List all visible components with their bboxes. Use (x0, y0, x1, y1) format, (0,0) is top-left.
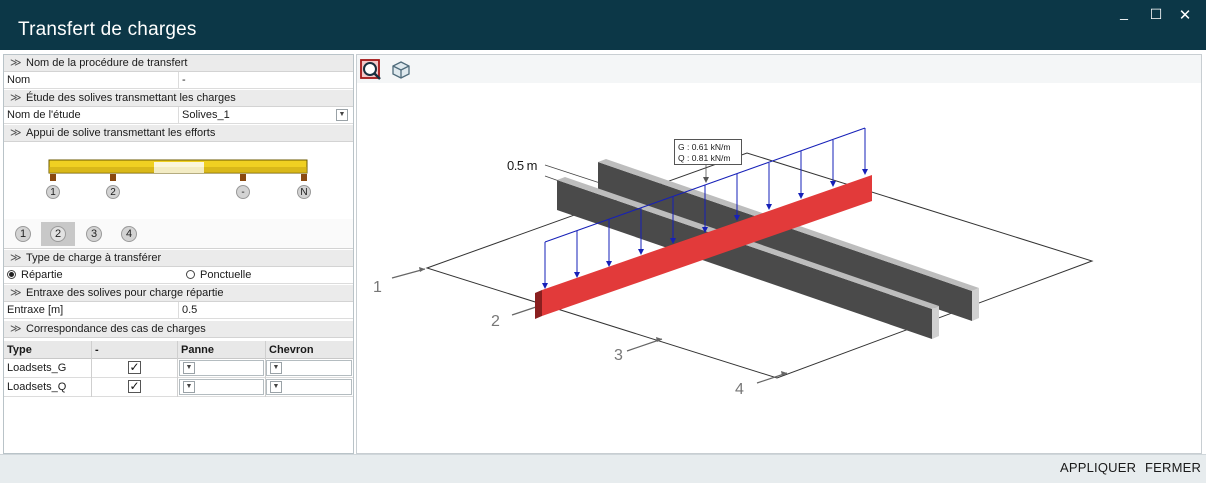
section-label: Étude des solives transmettant les charg… (26, 92, 236, 104)
section-joist-study[interactable]: ≫ Étude des solives transmettant les cha… (4, 90, 353, 107)
dropdown-arrow-icon[interactable]: ▼ (270, 362, 282, 374)
joist-beam-diagram: 1 2 - N (4, 144, 353, 218)
support-marker-n[interactable]: N (297, 185, 311, 199)
title-bar: Transfert de charges _ ☐ ✕ (0, 0, 1206, 50)
dropdown-arrow-icon[interactable]: ▼ (183, 381, 195, 393)
radio-repartie-label: Répartie (21, 269, 63, 281)
chevron-collapse-icon: ≫ (10, 92, 22, 104)
section-label: Type de charge à transférer (26, 252, 162, 264)
entraxe-label: Entraxe [m] (7, 304, 64, 316)
prop-row-etude: Nom de l'étude Solives_1 ▼ (4, 107, 353, 124)
prop-row-nom: Nom - (4, 72, 353, 89)
bottom-action-bar: APPLIQUER FERMER (0, 454, 1206, 483)
support-marker-2[interactable]: 2 (106, 185, 120, 199)
support-tab-4[interactable]: 4 (112, 222, 146, 246)
properties-panel: ≫ Nom de la procédure de transfert Nom -… (3, 54, 354, 454)
support-tabs: 1 2 3 4 (4, 219, 353, 249)
chevron-collapse-icon: ≫ (10, 287, 22, 299)
zoom-fit-icon[interactable] (360, 59, 382, 81)
header-dash: - (95, 344, 99, 356)
radio-ponctuelle-label: Ponctuelle (200, 269, 252, 281)
chevron-dropdown[interactable]: G▼ (266, 360, 352, 376)
panne-dropdown[interactable]: Q▼ (179, 379, 264, 395)
etude-dropdown[interactable]: Solives_1 (182, 109, 230, 121)
prop-row-entraxe: Entraxe [m] 0.5 (4, 302, 353, 319)
minimize-button[interactable]: _ (1114, 4, 1134, 20)
close-dialog-button[interactable]: FERMER (1145, 460, 1201, 475)
section-label: Appui de solive transmettant les efforts (26, 127, 216, 139)
table-row: Loadsets_Q ✓ Q▼ Q▼ (4, 378, 353, 397)
viewport-support-label-4: 4 (735, 381, 744, 398)
support-tab-2[interactable]: 2 (41, 222, 75, 246)
chevron-collapse-icon: ≫ (10, 323, 22, 335)
header-panne: Panne (181, 344, 215, 356)
radio-ponctuelle[interactable] (186, 270, 195, 279)
etude-label: Nom de l'étude (7, 109, 81, 121)
panne-dropdown[interactable]: G▼ (179, 360, 264, 376)
support-marker-dash[interactable]: - (236, 185, 250, 199)
row-type: Loadsets_Q (7, 381, 67, 393)
viewport-support-label-1: 1 (373, 279, 382, 296)
section-joist-support[interactable]: ≫ Appui de solive transmettant les effor… (4, 125, 353, 142)
header-chevron: Chevron (269, 344, 314, 356)
row-type: Loadsets_G (7, 362, 67, 374)
chevron-dropdown[interactable]: Q▼ (266, 379, 352, 395)
section-transfer-name[interactable]: ≫ Nom de la procédure de transfert (4, 55, 353, 72)
viewport-support-label-3: 3 (614, 347, 623, 364)
section-joist-spacing[interactable]: ≫ Entraxe des solives pour charge répart… (4, 285, 353, 302)
section-label: Entraxe des solives pour charge répartie (26, 287, 224, 299)
chevron-collapse-icon: ≫ (10, 57, 22, 69)
3d-view-cube-icon[interactable] (390, 59, 412, 81)
header-type: Type (7, 344, 32, 356)
row-checkbox[interactable]: ✓ (128, 361, 141, 374)
apply-button[interactable]: APPLIQUER (1060, 460, 1136, 475)
window-title: Transfert de charges (18, 19, 197, 40)
chevron-collapse-icon: ≫ (10, 127, 22, 139)
load-type-row: Répartie Ponctuelle (4, 267, 353, 284)
close-button[interactable]: ✕ (1175, 6, 1195, 24)
support-marker-1[interactable]: 1 (46, 185, 60, 199)
radio-repartie[interactable] (7, 270, 16, 279)
viewport-toolbar (357, 55, 1201, 83)
section-load-type[interactable]: ≫ Type de charge à transférer (4, 250, 353, 267)
dimension-label: 0.5 m (507, 158, 538, 173)
3d-viewport-panel: 0.5 m G : 0.61 kN/m Q : 0.81 kN/m 1 2 3 … (356, 54, 1202, 454)
section-label: Nom de la procédure de transfert (26, 57, 188, 69)
load-tooltip: G : 0.61 kN/m Q : 0.81 kN/m (674, 139, 742, 165)
viewport-support-label-2: 2 (491, 313, 500, 330)
section-label: Correspondance des cas de charges (26, 323, 206, 335)
dropdown-arrow-icon[interactable]: ▼ (270, 381, 282, 393)
dropdown-arrow-icon[interactable]: ▼ (336, 109, 348, 121)
tooltip-q-value: Q : 0.81 kN/m (678, 153, 731, 163)
support-tab-3[interactable]: 3 (77, 222, 111, 246)
nom-label: Nom (7, 74, 31, 86)
section-load-case-mapping[interactable]: ≫ Correspondance des cas de charges (4, 321, 353, 338)
3d-scene[interactable] (357, 83, 1201, 453)
maximize-button[interactable]: ☐ (1146, 6, 1166, 23)
table-row: Loadsets_G ✓ G▼ G▼ (4, 359, 353, 378)
entraxe-input[interactable]: 0.5 (182, 304, 197, 316)
support-tab-1[interactable]: 1 (6, 222, 40, 246)
tooltip-g-value: G : 0.61 kN/m (678, 142, 731, 152)
nom-value[interactable]: - (182, 74, 186, 86)
chevron-collapse-icon: ≫ (10, 252, 22, 264)
dropdown-arrow-icon[interactable]: ▼ (183, 362, 195, 374)
grid-header: Type - Panne Chevron (4, 341, 353, 359)
row-checkbox[interactable]: ✓ (128, 380, 141, 393)
